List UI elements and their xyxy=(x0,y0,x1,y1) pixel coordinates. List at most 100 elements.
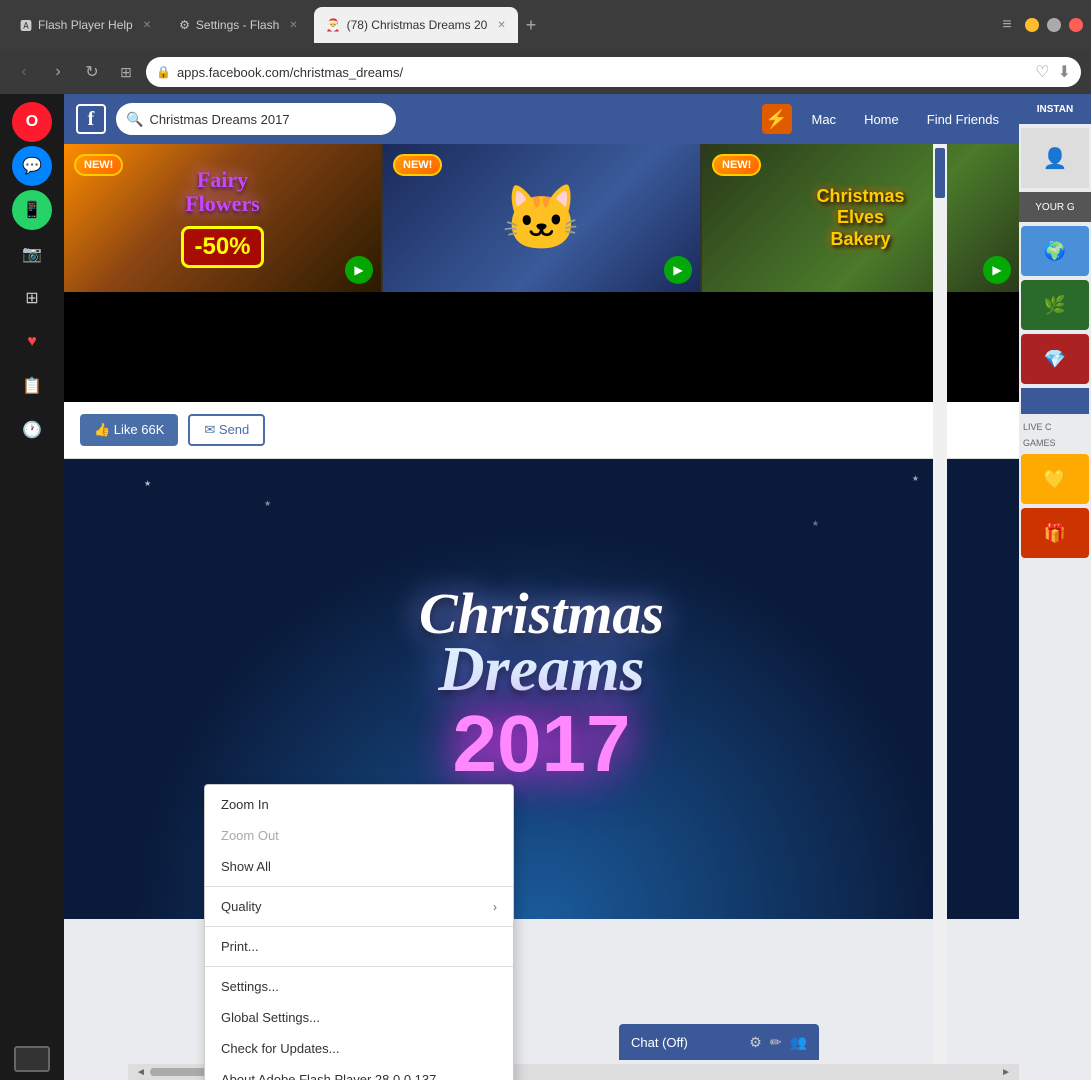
address-bar[interactable]: 🔒 apps.facebook.com/christmas_dreams/ ♡ … xyxy=(146,57,1081,87)
left-sidebar: O 💬 📱 📷 ⊞ ♥ 📋 🕐 xyxy=(0,94,64,1080)
sidebar-icon-window[interactable] xyxy=(14,1046,50,1072)
banner-cat-play[interactable]: ▶ xyxy=(664,256,692,284)
banner-new-badge-cat: NEW! xyxy=(393,154,442,176)
sidebar-icon-messenger[interactable]: 💬 xyxy=(12,146,52,186)
flash-icon: ⚡ xyxy=(762,104,792,134)
close-button[interactable] xyxy=(1069,18,1083,32)
ssl-lock-icon: 🔒 xyxy=(156,65,171,79)
chat-bar[interactable]: Chat (Off) ⚙ ✏ 👥 xyxy=(619,1024,819,1060)
new-tab-button[interactable]: + xyxy=(526,15,537,36)
sidebar-icon-apps[interactable]: ⊞ xyxy=(12,278,52,318)
tab-flash-help-label: Flash Player Help xyxy=(38,18,133,32)
tab-flash-help[interactable]: 🅰 Flash Player Help ✕ xyxy=(8,7,163,43)
banner-cat-game[interactable]: NEW! 🐱 ▶ xyxy=(383,144,702,292)
sidebar-game-3[interactable]: 💎 xyxy=(1021,334,1089,384)
send-button[interactable]: ✉ Send xyxy=(188,414,265,446)
page-main: NEW! FairyFlowers -50% ▶ NEW! 🐱 ▶ xyxy=(64,144,1019,1080)
tab-settings-close[interactable]: ✕ xyxy=(289,20,297,31)
banner-fairy-flowers[interactable]: NEW! FairyFlowers -50% ▶ xyxy=(64,144,383,292)
facebook-search-text: Christmas Dreams 2017 xyxy=(149,112,289,127)
tab-christmas-icon: 🎅 xyxy=(326,18,341,32)
menu-item-show-all[interactable]: Show All xyxy=(205,851,513,882)
sidebar-icon-heart[interactable]: ♥ xyxy=(12,322,52,362)
tab-flash-help-close[interactable]: ✕ xyxy=(143,20,151,31)
christmas-title-line2: Dreams xyxy=(419,640,664,698)
social-buttons: 👍 Like 66K ✉ Send xyxy=(64,402,1019,459)
sidebar-icon-whatsapp[interactable]: 📱 xyxy=(12,190,52,230)
sidebar-game-4[interactable]: 💛 xyxy=(1021,454,1089,504)
tab-settings-icon: ⚙ xyxy=(179,18,190,32)
reload-button[interactable]: ↻ xyxy=(78,58,106,86)
context-menu: Zoom In Zoom Out Show All Quality › xyxy=(204,784,514,1080)
facebook-search-bar[interactable]: 🔍 Christmas Dreams 2017 xyxy=(116,103,396,135)
like-button[interactable]: 👍 Like 66K xyxy=(80,414,178,446)
menu-icon[interactable]: ≡ xyxy=(997,15,1017,35)
right-sidebar: INSTAN 👤 YOUR G 🌍 🌿 💎 LIVE C GAMES 💛 🎁 xyxy=(1019,94,1091,1080)
menu-item-quality[interactable]: Quality › xyxy=(205,891,513,922)
menu-item-global-settings[interactable]: Global Settings... xyxy=(205,1002,513,1033)
menu-item-zoom-in[interactable]: Zoom In xyxy=(205,789,513,820)
sidebar-game-2[interactable]: 🌿 xyxy=(1021,280,1089,330)
address-actions: ♡ ⬇ xyxy=(1035,62,1071,82)
menu-separator-1 xyxy=(205,886,513,887)
scroll-left-arrow[interactable]: ◄ xyxy=(132,1067,150,1078)
menu-separator-2 xyxy=(205,926,513,927)
sidebar-icon-history[interactable]: 🕐 xyxy=(12,410,52,450)
send-label: ✉ Send xyxy=(204,422,249,438)
sidebar-icon-opera[interactable]: O xyxy=(12,102,52,142)
page-content: f 🔍 Christmas Dreams 2017 ⚡ Mac Home Fin… xyxy=(64,94,1019,1080)
games-label: GAMES xyxy=(1019,436,1091,450)
facebook-header: f 🔍 Christmas Dreams 2017 ⚡ Mac Home Fin… xyxy=(64,94,1019,144)
game-canvas[interactable] xyxy=(64,292,1019,402)
download-button[interactable]: ⬇ xyxy=(1058,62,1071,82)
chat-label: Chat (Off) xyxy=(631,1035,739,1050)
tab-overview-button[interactable]: ⊞ xyxy=(112,58,140,86)
scroll-thumb-vertical[interactable] xyxy=(935,148,945,198)
your-games-header: YOUR G xyxy=(1019,192,1091,222)
like-label: 👍 Like 66K xyxy=(94,422,164,438)
minimize-button[interactable] xyxy=(1025,18,1039,32)
sidebar-icon-notes[interactable]: 📋 xyxy=(12,366,52,406)
window-controls: ≡ xyxy=(997,15,1083,35)
scroll-right-arrow[interactable]: ► xyxy=(997,1067,1015,1078)
facebook-logo: f xyxy=(76,104,106,134)
banner-new-badge-elves: NEW! xyxy=(712,154,761,176)
sidebar-game-1[interactable]: 🌍 xyxy=(1021,226,1089,276)
instant-games-header: INSTAN xyxy=(1019,94,1091,124)
tab-settings-label: Settings - Flash xyxy=(196,18,279,32)
facebook-search-icon: 🔍 xyxy=(126,111,143,128)
fb-home-button[interactable]: Home xyxy=(856,108,907,131)
bookmark-button[interactable]: ♡ xyxy=(1035,62,1049,82)
quality-arrow-icon: › xyxy=(493,900,497,914)
banner-elves-play[interactable]: ▶ xyxy=(983,256,1011,284)
sidebar-game-5[interactable]: 🎁 xyxy=(1021,508,1089,558)
menu-item-zoom-out: Zoom Out xyxy=(205,820,513,851)
tab-flash-help-icon: 🅰 xyxy=(20,17,32,34)
tab-settings-flash[interactable]: ⚙ Settings - Flash ✕ xyxy=(167,7,310,43)
christmas-year: 2017 xyxy=(419,698,664,790)
banner-fairy-play[interactable]: ▶ xyxy=(345,256,373,284)
fb-mac-button[interactable]: Mac xyxy=(804,108,845,131)
fb-find-friends-button[interactable]: Find Friends xyxy=(919,108,1007,131)
chat-friends-icon[interactable]: 👥 xyxy=(790,1034,807,1051)
scroll-thumb-horizontal[interactable] xyxy=(150,1068,210,1076)
sidebar-icon-camera[interactable]: 📷 xyxy=(12,234,52,274)
title-bar: 🅰 Flash Player Help ✕ ⚙ Settings - Flash… xyxy=(0,0,1091,50)
menu-item-settings[interactable]: Settings... xyxy=(205,971,513,1002)
browser-frame: 🅰 Flash Player Help ✕ ⚙ Settings - Flash… xyxy=(0,0,1091,1080)
back-button[interactable]: ‹ xyxy=(10,58,38,86)
banner-elves-bakery[interactable]: NEW! ChristmasElvesBakery ▶ xyxy=(702,144,1019,292)
menu-item-check-updates[interactable]: Check for Updates... xyxy=(205,1033,513,1064)
chat-compose-icon[interactable]: ✏ xyxy=(770,1034,782,1051)
menu-item-about[interactable]: About Adobe Flash Player 28.0.0.137... xyxy=(205,1064,513,1080)
main-area: O 💬 📱 📷 ⊞ ♥ 📋 🕐 f 🔍 Christmas Dreams 201… xyxy=(0,94,1091,1080)
tab-christmas-dreams[interactable]: 🎅 (78) Christmas Dreams 20 ✕ xyxy=(314,7,518,43)
maximize-button[interactable] xyxy=(1047,18,1061,32)
facebook-nav: ⚡ Mac Home Find Friends xyxy=(762,104,1008,134)
chat-settings-icon[interactable]: ⚙ xyxy=(749,1034,762,1051)
address-text: apps.facebook.com/christmas_dreams/ xyxy=(177,65,1029,80)
banner-new-badge-fairy: NEW! xyxy=(74,154,123,176)
tab-christmas-close[interactable]: ✕ xyxy=(497,20,505,31)
forward-button[interactable]: › xyxy=(44,58,72,86)
menu-item-print[interactable]: Print... xyxy=(205,931,513,962)
